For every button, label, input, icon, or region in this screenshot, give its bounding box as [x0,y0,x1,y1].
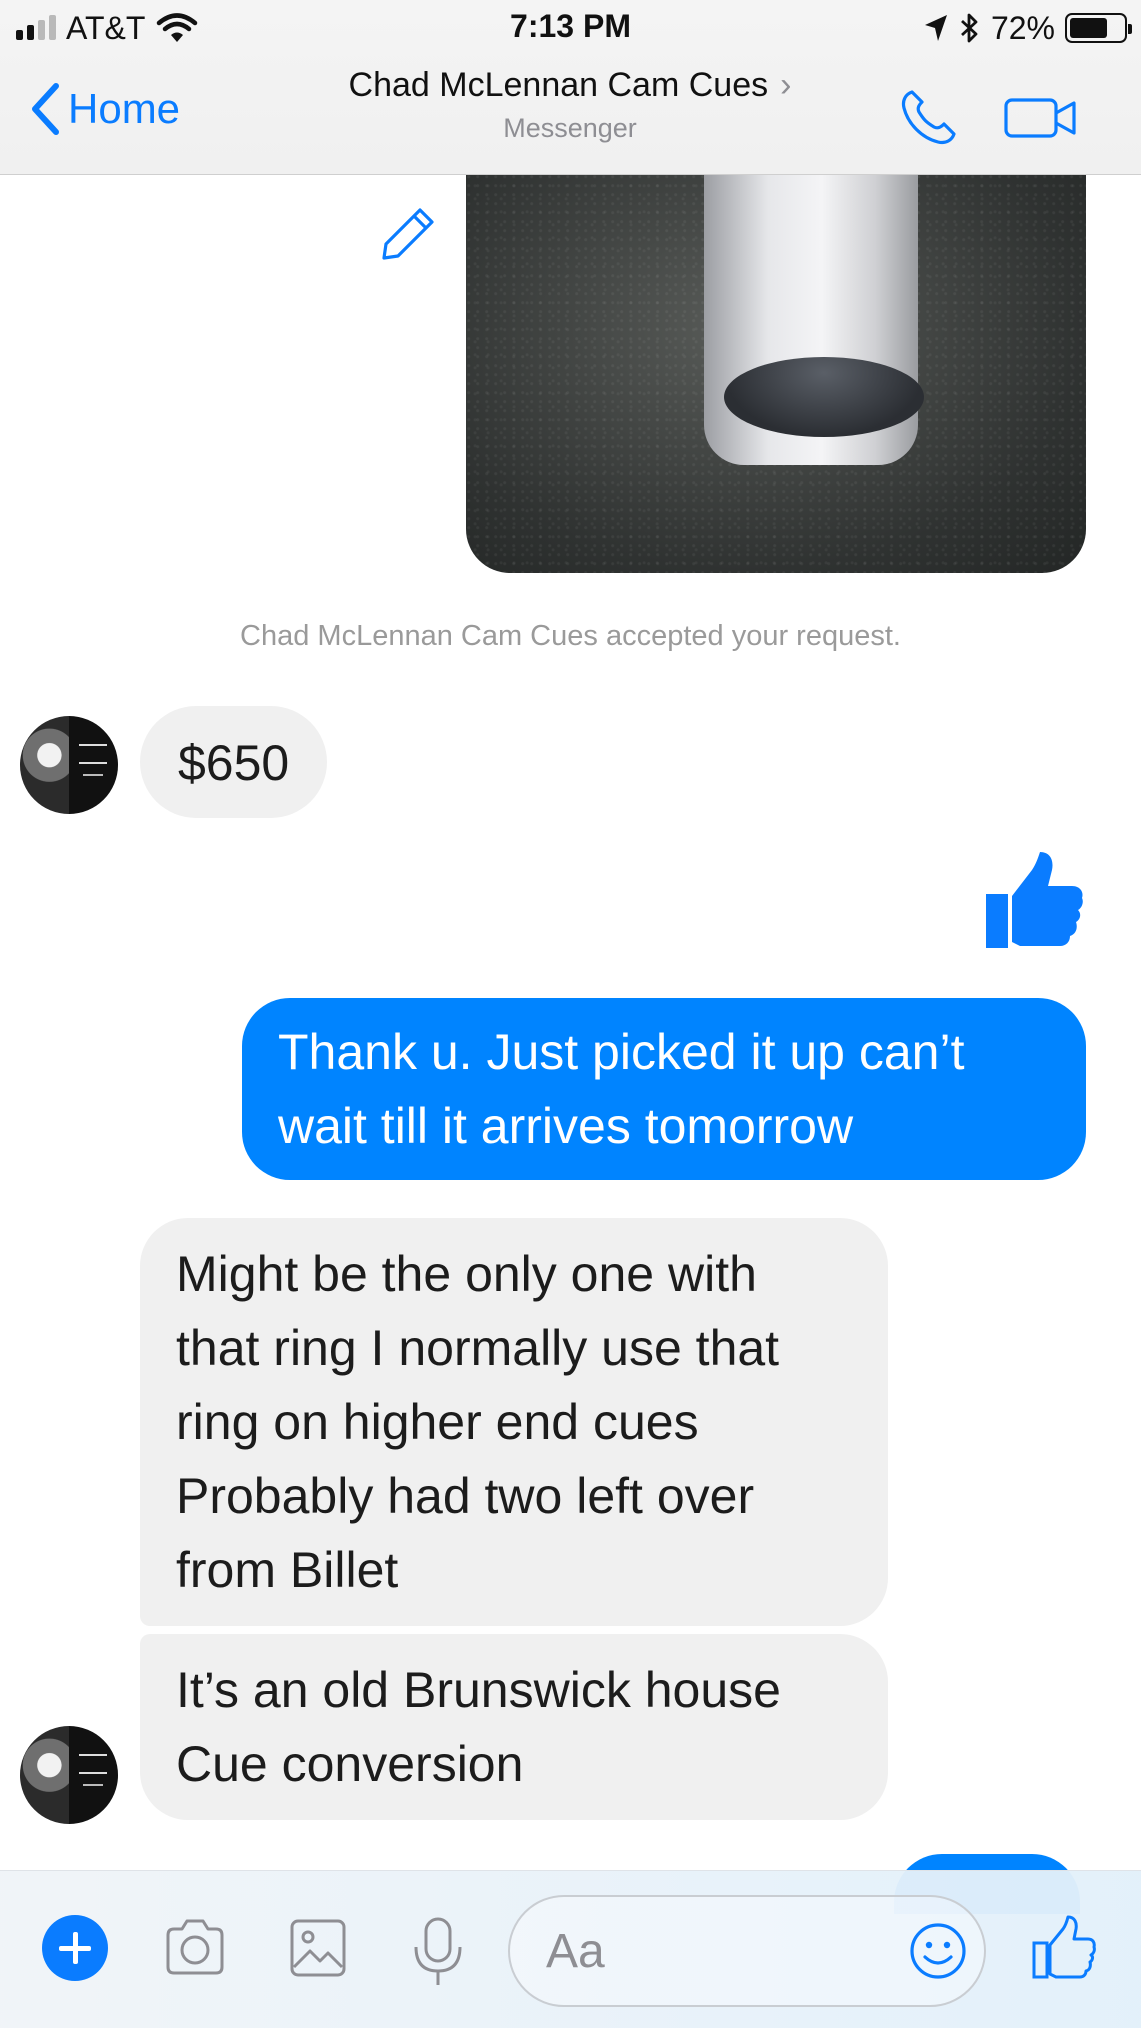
thumbs-up-icon[interactable] [1030,1915,1096,1981]
contact-avatar[interactable] [20,1726,118,1824]
page-title: Chad McLennan Cam Cues › [230,66,910,105]
incoming-message[interactable]: $650 [140,706,328,818]
system-message: Chad McLennan Cam Cues accepted your req… [240,620,901,652]
cue-photo[interactable] [466,165,1086,573]
battery-percent: 72% [990,9,1055,46]
bluetooth-icon [961,13,978,43]
phone-icon[interactable] [898,86,960,148]
message-input-wrapper [508,1895,986,2007]
message-composer [0,1870,1141,2028]
plus-icon[interactable] [42,1915,108,1981]
emoji-icon[interactable] [908,1921,968,1981]
contact-avatar[interactable] [20,716,118,814]
microphone-icon[interactable] [410,1915,466,1987]
back-button[interactable]: Home [30,82,180,136]
outgoing-message[interactable]: Thank u. Just picked it up can’t wait ti… [242,998,1086,1180]
message-input[interactable] [546,1919,886,1983]
cue-bumper [724,357,924,437]
chat-header: AT&T 7:13 PM 72% Home Chad McLennan Cam … [0,0,1141,175]
status-bar-right: 72% [923,9,1132,46]
edit-pencil-icon[interactable] [376,200,440,264]
conversation-title-button[interactable]: Chad McLennan Cam Cues › Messenger [230,66,910,144]
camera-icon[interactable] [162,1915,228,1981]
incoming-message[interactable]: Might be the only one with that ring I n… [140,1218,888,1626]
image-icon[interactable] [288,1915,348,1981]
video-camera-icon[interactable] [1004,96,1076,140]
conversation-subtitle: Messenger [503,113,637,143]
incoming-message[interactable]: It’s an old Brunswick house Cue conversi… [140,1634,888,1820]
chevron-right-icon: › [780,66,792,104]
back-chevron-icon [32,83,59,135]
back-label: Home [68,85,181,132]
battery-icon [1065,13,1132,43]
thumbs-up-icon[interactable] [980,848,1084,952]
location-arrow-icon [924,15,947,41]
contact-name: Chad McLennan Cam Cues [348,66,769,104]
